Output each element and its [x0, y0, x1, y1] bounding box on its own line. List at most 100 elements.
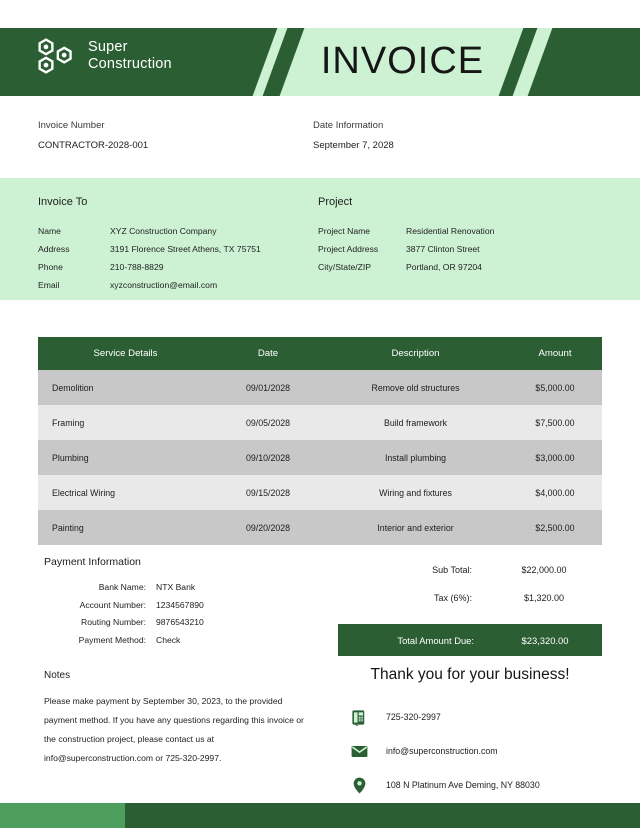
invoice-to-value: xyzconstruction@email.com	[110, 280, 218, 290]
project-value: 3877 Clinton Street	[406, 244, 480, 254]
invoice-to-row: Phone 210-788-8829	[38, 258, 318, 276]
invoice-to-section: Invoice To Name XYZ Construction Company…	[38, 196, 318, 294]
column-header-date: Date	[257, 348, 279, 359]
invoice-number-value: CONTRACTOR-2028-001	[38, 140, 149, 151]
brand-name-line2: Construction	[88, 56, 172, 72]
total-amount-due-row: Total Amount Due: $23,320.00	[338, 624, 602, 656]
header-right-panel	[527, 28, 640, 96]
column-header-amount: Amount	[538, 348, 572, 359]
invoice-to-title: Invoice To	[38, 196, 88, 208]
map-pin-icon	[348, 774, 370, 796]
cell-service: Painting	[52, 522, 84, 533]
column-header-description: Description	[391, 348, 440, 359]
date-label: Date Information	[313, 120, 384, 131]
table-row: Plumbing 09/10/2028 Install plumbing $3,…	[38, 440, 602, 475]
project-row: Project Address 3877 Clinton Street	[318, 240, 598, 258]
contact-email: info@superconstruction.com	[348, 734, 608, 768]
invoice-to-row: Address 3191 Florence Street Athens, TX …	[38, 240, 318, 258]
cell-amount: $2,500.00	[535, 522, 575, 533]
invoice-page: Super Construction INVOICE Invoice Numbe…	[0, 0, 640, 828]
cell-date: 09/20/2028	[245, 522, 291, 533]
cell-date: 09/15/2028	[245, 487, 291, 498]
footer-accent-left	[0, 803, 125, 828]
hex-nuts-logo-icon	[38, 38, 72, 74]
payment-row: Payment Method: Check	[44, 632, 314, 650]
table-row: Framing 09/05/2028 Build framework $7,50…	[38, 405, 602, 440]
cell-service: Plumbing	[52, 452, 89, 463]
payment-row: Routing Number: 9876543210	[44, 614, 314, 632]
payment-label: Payment Method:	[78, 634, 146, 645]
totals-section: Sub Total: $22,000.00 Tax (6%): $1,320.0…	[338, 556, 602, 656]
invoice-to-value: 210-788-8829	[110, 262, 164, 272]
cell-service: Demolition	[52, 382, 94, 393]
project-value: Residential Renovation	[406, 226, 495, 236]
payment-label: Routing Number:	[81, 617, 146, 627]
brand-name: Super Construction	[88, 39, 172, 73]
payment-value: 9876543210	[156, 617, 204, 627]
date-value: September 7, 2028	[313, 140, 394, 151]
footer-bar	[0, 803, 640, 828]
invoice-to-value: 3191 Florence Street Athens, TX 75751	[110, 244, 261, 254]
project-value: Portland, OR 97204	[406, 262, 482, 272]
invoice-to-row: Email xyzconstruction@email.com	[38, 276, 318, 294]
cell-date: 09/05/2028	[245, 417, 291, 428]
notes-body: Please make payment by September 30, 202…	[44, 696, 304, 763]
invoice-to-label: Name	[38, 226, 61, 236]
contact-address-text: 108 N Platinum Ave Deming, NY 88030	[386, 780, 540, 790]
contact-phone: 725-320-2997	[348, 700, 608, 734]
cell-date: 09/01/2028	[245, 382, 291, 393]
cell-date: 09/10/2028	[245, 452, 291, 463]
project-label: Project Name	[318, 226, 371, 236]
project-label: City/State/ZIP	[318, 262, 372, 272]
contact-address: 108 N Platinum Ave Deming, NY 88030	[348, 768, 608, 802]
page-title: INVOICE	[320, 40, 485, 82]
table-row: Painting 09/20/2028 Interior and exterio…	[38, 510, 602, 545]
cell-amount: $7,500.00	[535, 417, 575, 428]
tax-label: Tax (6%):	[433, 593, 472, 603]
invoice-meta: Invoice Number CONTRACTOR-2028-001 Date …	[0, 120, 640, 151]
contact-email-text: info@superconstruction.com	[386, 746, 498, 756]
cell-description: Build framework	[383, 417, 448, 428]
cell-description: Interior and exterior	[377, 522, 454, 533]
payment-information: Payment Information Bank Name: NTX Bank …	[44, 556, 314, 649]
column-header-service: Service Details	[93, 348, 158, 359]
invoice-number-block: Invoice Number CONTRACTOR-2028-001	[38, 120, 313, 151]
payment-label: Account Number:	[79, 599, 146, 610]
payment-value: NTX Bank	[156, 582, 196, 592]
notes-section: Notes Please make payment by September 3…	[44, 670, 312, 768]
notes-title: Notes	[44, 670, 71, 681]
payment-row: Bank Name: NTX Bank	[44, 579, 314, 597]
cell-description: Wiring and fixtures	[379, 487, 452, 498]
table-header-row: Service Details Date Description Amount	[38, 337, 602, 370]
subtotal-row: Sub Total: $22,000.00	[338, 556, 602, 584]
thank-you-message: Thank you for your business!	[370, 666, 570, 683]
project-row: Project Name Residential Renovation	[318, 222, 598, 240]
footer-accent-right	[125, 803, 640, 828]
cell-description: Remove old structures	[371, 382, 460, 393]
total-amount-due-value: $23,320.00	[521, 634, 569, 646]
invoice-number-label: Invoice Number	[38, 120, 105, 131]
desk-phone-icon	[348, 706, 370, 728]
contact-list: 725-320-2997 info@superconstruction.com …	[348, 700, 608, 802]
payment-row: Account Number: 1234567890	[44, 597, 314, 615]
subtotal-label: Sub Total:	[432, 565, 472, 575]
brand-logo: Super Construction	[36, 36, 172, 76]
tax-row: Tax (6%): $1,320.00	[338, 584, 602, 612]
cell-amount: $4,000.00	[535, 487, 575, 498]
cell-amount: $5,000.00	[535, 382, 575, 393]
invoice-to-value: XYZ Construction Company	[110, 226, 217, 236]
cell-description: Install plumbing	[384, 452, 447, 463]
tax-value: $1,320.00	[523, 593, 565, 603]
total-amount-due-label: Total Amount Due:	[397, 634, 474, 646]
invoice-to-row: Name XYZ Construction Company	[38, 222, 318, 240]
table-row: Electrical Wiring 09/15/2028 Wiring and …	[38, 475, 602, 510]
payment-value: Check	[156, 634, 181, 645]
payment-information-title: Payment Information	[44, 556, 141, 568]
project-label: Project Address	[318, 244, 379, 254]
payment-label: Bank Name:	[98, 582, 146, 592]
project-row: City/State/ZIP Portland, OR 97204	[318, 258, 598, 276]
invoice-to-label: Phone	[38, 262, 63, 272]
cell-service: Framing	[52, 417, 85, 428]
brand-name-line1: Super	[88, 39, 128, 55]
invoice-to-label: Address	[38, 244, 70, 254]
